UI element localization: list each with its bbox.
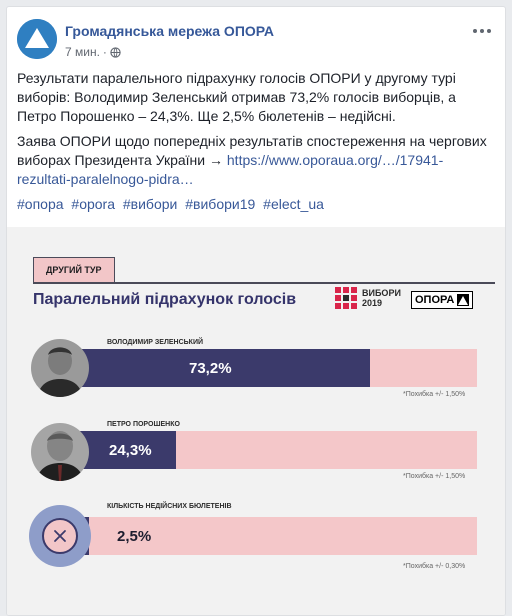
- opora-logo: ОПОРА: [411, 291, 474, 309]
- bar-label: КІЛЬКІСТЬ НЕДІЙСНИХ БЮЛЕТЕНІВ: [107, 503, 232, 510]
- vybory-2019-logo: ВИБОРИ 2019: [335, 287, 401, 309]
- page-avatar[interactable]: [17, 19, 57, 59]
- post-time[interactable]: 7 мин.: [65, 45, 100, 59]
- bar-margin-note: *Похибка +/- 1,50%: [403, 473, 466, 480]
- bar-value-label: 24,3%: [109, 441, 152, 459]
- bar-margin-note: *Похибка +/- 0,30%: [403, 563, 466, 570]
- results-infographic[interactable]: ДРУГИЙ ТУР Паралельний підрахунок голосі…: [7, 227, 505, 615]
- bar-margin-note: *Похибка +/- 1,50%: [403, 391, 466, 398]
- facebook-post: Громадянська мережа ОПОРА 7 мин. · Резул…: [6, 6, 506, 616]
- hashtag-link[interactable]: #вибори19: [185, 196, 255, 212]
- vybory-grid-icon: [335, 287, 357, 309]
- hashtags: #опора #opora #вибори #вибори19 #elect_u…: [17, 195, 495, 214]
- more-options-icon[interactable]: [469, 23, 495, 39]
- hashtag-link[interactable]: #elect_ua: [263, 196, 324, 212]
- title-divider: [33, 282, 495, 284]
- bar-value-label: 2,5%: [117, 527, 152, 545]
- hashtag-link[interactable]: #вибори: [123, 196, 177, 212]
- post-body: Результати паралельного підрахунку голос…: [17, 69, 495, 220]
- opora-logo-icon: [17, 19, 57, 59]
- bar-track: 2,5%: [79, 517, 477, 555]
- cross-icon: [54, 530, 66, 542]
- hashtag-link[interactable]: #opora: [71, 196, 115, 212]
- bar-track: 73,2%: [79, 349, 477, 387]
- vybory-line-2: 2019: [362, 298, 383, 308]
- post-paragraph-2: Заява ОПОРИ щодо попередніх результатів …: [17, 132, 495, 189]
- round-badge: ДРУГИЙ ТУР: [33, 257, 115, 283]
- invalid-ballot-icon: [29, 505, 91, 567]
- zelensky-photo: [31, 339, 89, 397]
- post-meta: 7 мин. ·: [65, 45, 121, 59]
- page-name-link[interactable]: Громадянська мережа ОПОРА: [65, 23, 274, 39]
- globe-icon[interactable]: [110, 46, 121, 58]
- post-paragraph-1: Результати паралельного підрахунку голос…: [17, 70, 456, 124]
- triangle-icon: [457, 294, 470, 306]
- hashtag-link[interactable]: #опора: [17, 196, 64, 212]
- poroshenko-photo: [31, 423, 89, 481]
- bar-label: ПЕТРО ПОРОШЕНКО: [107, 421, 180, 428]
- vybory-line-1: ВИБОРИ: [362, 288, 401, 298]
- meta-separator: ·: [102, 45, 107, 59]
- bar-track: 24,3%: [79, 431, 477, 469]
- vybory-text: ВИБОРИ 2019: [362, 288, 401, 308]
- infographic-title: Паралельний підрахунок голосів: [33, 291, 297, 308]
- opora-logo-text: ОПОРА: [415, 294, 455, 306]
- bar-label: ВОЛОДИМИР ЗЕЛЕНСЬКИЙ: [107, 339, 204, 346]
- bar-value-label: 73,2%: [189, 359, 232, 377]
- post-header: Громадянська мережа ОПОРА 7 мин. ·: [17, 17, 495, 67]
